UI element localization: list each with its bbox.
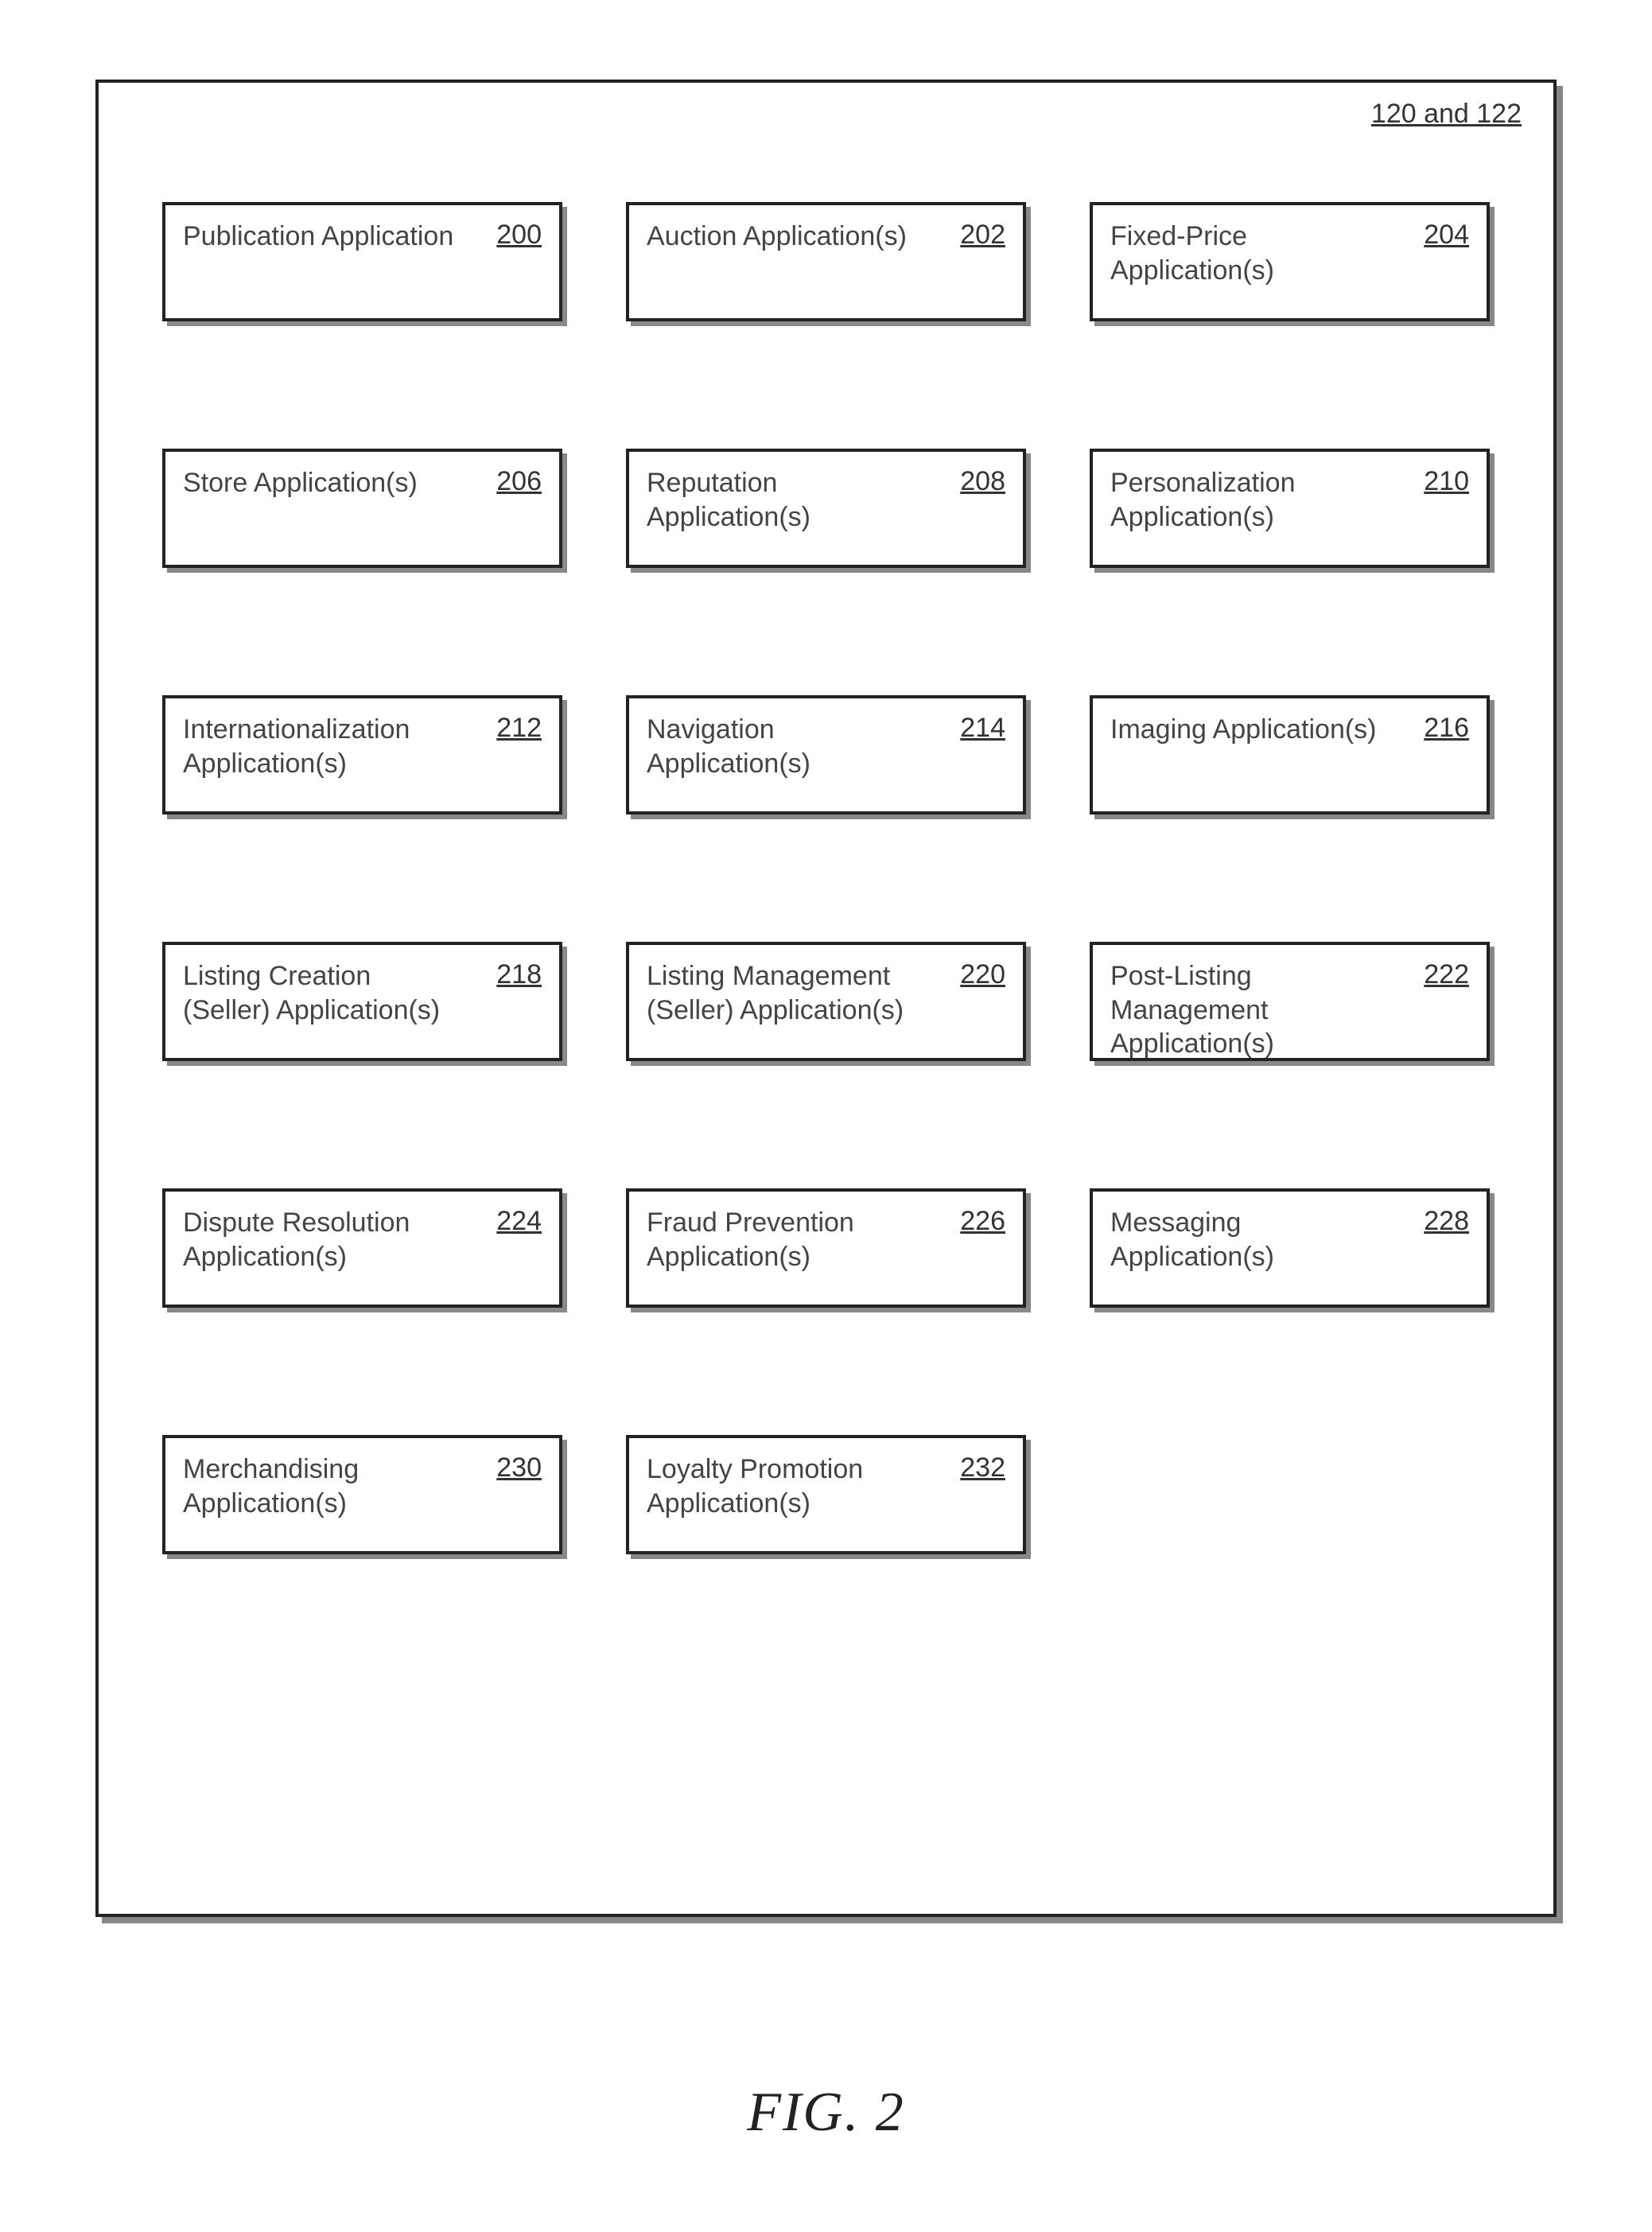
block-ref-number: 224 <box>496 1206 542 1237</box>
blocks-grid: Publication Application 200 Auction Appl… <box>162 202 1490 1554</box>
block-ref-number: 210 <box>1424 466 1469 497</box>
block-listing-management-applications: Listing Management (Seller) Application(… <box>626 942 1026 1061</box>
block-auction-applications: Auction Application(s) 202 <box>626 202 1026 321</box>
block-ref-number: 232 <box>960 1452 1005 1483</box>
block-label: Internationalization Application(s) <box>183 713 463 780</box>
block-navigation-applications: Navigation Application(s) 214 <box>626 695 1026 815</box>
block-messaging-applications: Messaging Application(s) 228 <box>1090 1188 1490 1308</box>
block-ref-number: 218 <box>496 959 542 990</box>
block-label: Navigation Application(s) <box>647 713 927 780</box>
container-ref-number: 120 and 122 <box>1371 99 1522 130</box>
block-ref-number: 214 <box>960 713 1005 744</box>
block-imaging-applications: Imaging Application(s) 216 <box>1090 695 1490 815</box>
block-ref-number: 206 <box>496 466 542 497</box>
block-ref-number: 230 <box>496 1452 542 1483</box>
block-ref-number: 222 <box>1424 959 1469 990</box>
block-post-listing-management-applications: Post-Listing Management Application(s) 2… <box>1090 942 1490 1061</box>
block-label: Store Application(s) <box>183 466 463 500</box>
block-label: Post-Listing Management Application(s) <box>1110 959 1390 1061</box>
block-label: Listing Management (Seller) Application(… <box>647 959 927 1027</box>
block-label: Personalization Application(s) <box>1110 466 1390 534</box>
block-merchandising-applications: Merchandising Application(s) 230 <box>162 1435 562 1554</box>
block-internationalization-applications: Internationalization Application(s) 212 <box>162 695 562 815</box>
block-label: Merchandising Application(s) <box>183 1452 463 1520</box>
block-loyalty-promotion-applications: Loyalty Promotion Application(s) 232 <box>626 1435 1026 1554</box>
figure-caption: FIG. 2 <box>0 2081 1652 2145</box>
block-dispute-resolution-applications: Dispute Resolution Application(s) 224 <box>162 1188 562 1308</box>
container-box: 120 and 122 Publication Application 200 … <box>95 80 1557 1917</box>
block-ref-number: 220 <box>960 959 1005 990</box>
page: 120 and 122 Publication Application 200 … <box>0 0 1652 2232</box>
block-ref-number: 226 <box>960 1206 1005 1237</box>
block-label: Listing Creation (Seller) Application(s) <box>183 959 463 1027</box>
block-personalization-applications: Personalization Application(s) 210 <box>1090 449 1490 568</box>
block-ref-number: 202 <box>960 220 1005 251</box>
block-ref-number: 212 <box>496 713 542 744</box>
block-ref-number: 200 <box>496 220 542 251</box>
block-label: Messaging Application(s) <box>1110 1206 1390 1273</box>
block-label: Fraud Prevention Application(s) <box>647 1206 927 1273</box>
block-reputation-applications: Reputation Application(s) 208 <box>626 449 1026 568</box>
block-label: Fixed-Price Application(s) <box>1110 220 1390 287</box>
block-label: Auction Application(s) <box>647 220 927 254</box>
block-label: Imaging Application(s) <box>1110 713 1390 747</box>
block-label: Dispute Resolution Application(s) <box>183 1206 463 1273</box>
block-ref-number: 208 <box>960 466 1005 497</box>
block-ref-number: 228 <box>1424 1206 1469 1237</box>
block-ref-number: 204 <box>1424 220 1469 251</box>
block-ref-number: 216 <box>1424 713 1469 744</box>
block-fixed-price-applications: Fixed-Price Application(s) 204 <box>1090 202 1490 321</box>
block-store-applications: Store Application(s) 206 <box>162 449 562 568</box>
block-label: Publication Application <box>183 220 463 254</box>
block-listing-creation-applications: Listing Creation (Seller) Application(s)… <box>162 942 562 1061</box>
block-label: Reputation Application(s) <box>647 466 927 534</box>
block-publication-application: Publication Application 200 <box>162 202 562 321</box>
block-label: Loyalty Promotion Application(s) <box>647 1452 927 1520</box>
block-fraud-prevention-applications: Fraud Prevention Application(s) 226 <box>626 1188 1026 1308</box>
